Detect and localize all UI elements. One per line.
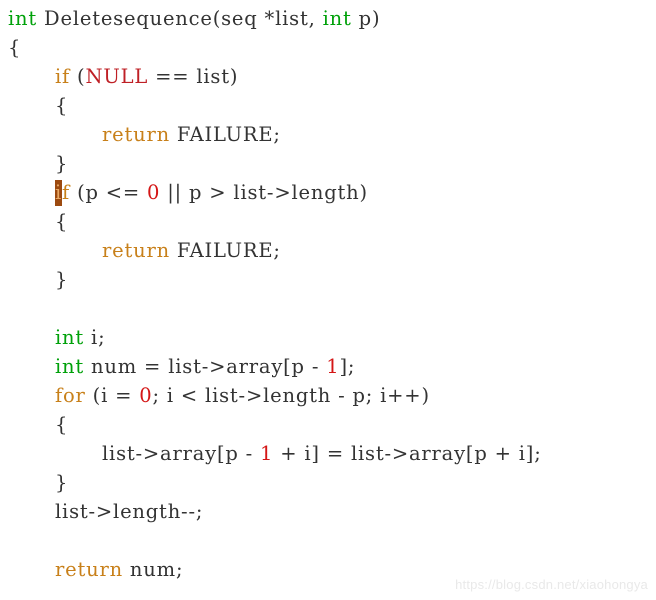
code-token: { (55, 94, 69, 117)
code-line[interactable]: { (0, 410, 656, 439)
code-line[interactable]: list->array[p - 1 + i] = list->array[p +… (0, 439, 656, 468)
code-token: int (322, 7, 352, 30)
code-token: } (55, 268, 69, 291)
code-token: int (55, 326, 85, 349)
code-token: if (55, 65, 71, 88)
code-token: 0 (147, 181, 161, 204)
code-token: int (8, 7, 38, 30)
code-token: ( (70, 65, 86, 88)
code-line[interactable]: } (0, 149, 656, 178)
code-token: ]; (339, 355, 356, 378)
code-token: { (8, 36, 22, 59)
code-token: return (55, 558, 123, 581)
code-token: FAILURE; (169, 123, 281, 146)
code-token: NULL (85, 65, 149, 88)
code-token: == list) (148, 65, 239, 88)
code-token: list->array[p - (102, 442, 261, 465)
code-line[interactable] (0, 526, 656, 555)
code-token: for (55, 384, 86, 407)
code-token: return (102, 239, 170, 262)
code-line[interactable]: int num = list->array[p - 1]; (0, 352, 656, 381)
code-token: f (62, 181, 71, 204)
code-token: (i = (85, 384, 140, 407)
code-screenshot: int Deletesequence(seq *list, int p) { if … (0, 0, 656, 600)
code-line[interactable]: { (0, 207, 656, 236)
code-line[interactable] (0, 294, 656, 323)
code-line[interactable]: { (0, 33, 656, 62)
code-token: 1 (260, 442, 274, 465)
code-line[interactable]: return FAILURE; (0, 120, 656, 149)
code-token: num = list->array[p - (84, 355, 327, 378)
code-editor-content[interactable]: int Deletesequence(seq *list, int p) { if … (0, 0, 656, 584)
code-token: return (102, 123, 170, 146)
code-token: list->length--; (55, 500, 204, 523)
code-token: FAILURE; (169, 239, 281, 262)
code-line[interactable]: for (i = 0; i < list->length - p; i++) (0, 381, 656, 410)
cursor-highlight: i (55, 180, 63, 206)
code-token: num; (122, 558, 184, 581)
code-token: i; (84, 326, 106, 349)
code-token: 0 (139, 384, 153, 407)
code-token: + i] = list->array[p + i]; (273, 442, 542, 465)
code-token: Deletesequence(seq *list, (37, 7, 323, 30)
code-line[interactable]: return FAILURE; (0, 236, 656, 265)
code-token: int (55, 355, 85, 378)
code-token: p) (351, 7, 381, 30)
code-token: } (55, 471, 69, 494)
code-line[interactable]: list->length--; (0, 497, 656, 526)
watermark-url: https://blog.csdn.net/xiaohongya (455, 577, 648, 592)
code-line[interactable]: } (0, 265, 656, 294)
code-token: } (55, 152, 69, 175)
code-token: 1 (326, 355, 340, 378)
code-line[interactable]: if (NULL == list) (0, 62, 656, 91)
code-token: { (55, 413, 69, 436)
code-line[interactable]: int i; (0, 323, 656, 352)
code-line[interactable]: { (0, 91, 656, 120)
code-line[interactable]: if (p <= 0 || p > list->length) (0, 178, 656, 207)
code-token: { (55, 210, 69, 233)
code-line[interactable]: int Deletesequence(seq *list, int p) (0, 4, 656, 33)
code-token: || p > list->length) (160, 181, 368, 204)
code-token: (p <= (70, 181, 148, 204)
code-token: ; i < list->length - p; i++) (152, 384, 430, 407)
code-line[interactable]: } (0, 468, 656, 497)
